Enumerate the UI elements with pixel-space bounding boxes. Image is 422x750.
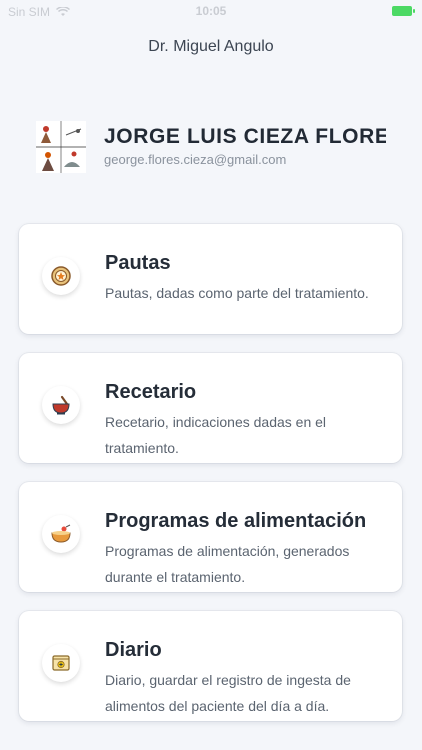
doctor-name: Dr. Miguel Angulo bbox=[148, 38, 274, 55]
avatar bbox=[36, 121, 86, 173]
status-time: 10:05 bbox=[195, 4, 227, 18]
card-programas-alimentacion[interactable]: Programas de alimentación Programas de a… bbox=[19, 482, 402, 592]
card-title: Pautas bbox=[105, 252, 171, 274]
patient-name: JORGE LUIS CIEZA FLORES bbox=[104, 125, 386, 148]
card-recetario[interactable]: Recetario Recetario, indicaciones dadas … bbox=[19, 353, 402, 463]
card-title: Recetario bbox=[105, 381, 197, 403]
card-description: Recetario, indicaciones dadas en el trat… bbox=[105, 414, 327, 456]
patient-email: george.flores.cieza@gmail.com bbox=[104, 152, 287, 167]
card-description: Programas de alimentación, generados dur… bbox=[105, 543, 350, 585]
diary-book-icon bbox=[42, 644, 80, 682]
patient-profile: JORGE LUIS CIEZA FLORES george.flores.ci… bbox=[36, 121, 386, 176]
card-description: Diario, guardar el registro de ingesta d… bbox=[105, 672, 351, 714]
card-pautas[interactable]: Pautas Pautas, dadas como parte del trat… bbox=[19, 224, 402, 334]
card-diario[interactable]: Diario Diario, guardar el registro de in… bbox=[19, 611, 402, 721]
battery-icon bbox=[392, 6, 415, 16]
mortar-pestle-icon bbox=[42, 386, 80, 424]
card-description: Pautas, dadas como parte del tratamiento… bbox=[105, 285, 369, 301]
card-title: Programas de alimentación bbox=[105, 510, 367, 532]
star-seal-icon bbox=[42, 257, 80, 295]
food-bowl-icon bbox=[42, 515, 80, 553]
status-bar: Sin SIM 10:05 bbox=[0, 0, 422, 24]
card-title: Diario bbox=[105, 639, 162, 661]
